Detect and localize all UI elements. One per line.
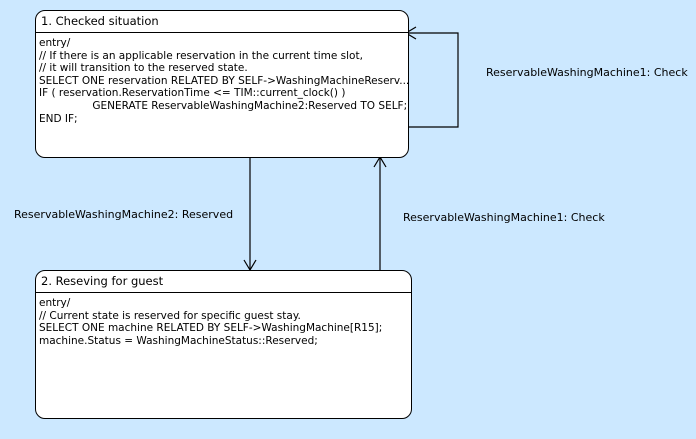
self-transition-line[interactable]	[406, 32, 459, 128]
code-line: // it will transition to the reserved st…	[39, 62, 248, 75]
code-line: SELECT ONE reservation RELATED BY SELF->…	[39, 74, 409, 87]
state-title: 1. Checked situation	[36, 11, 408, 33]
state-title: 2. Reseving for guest	[36, 271, 411, 293]
code-line: END IF;	[39, 112, 78, 125]
self-transition-label[interactable]: ReservableWashingMachine1: Check	[486, 66, 688, 79]
state-entry-action: entry/ // Current state is reserved for …	[36, 293, 411, 347]
code-line: IF ( reservation.ReservationTime <= TIM:…	[39, 87, 346, 100]
reserved-transition-label[interactable]: ReservableWashingMachine2: Reserved	[14, 208, 233, 221]
code-line: // If there is an applicable reservation…	[39, 49, 363, 62]
state-reserving-for-guest[interactable]: 2. Reseving for guest entry/ // Current …	[35, 270, 412, 419]
code-line: entry/	[39, 297, 71, 309]
state-entry-action: entry/ // If there is an applicable rese…	[36, 33, 408, 125]
code-line: // Current state is reserved for specifi…	[39, 309, 301, 322]
code-line: machine.Status = WashingMachineStatus::R…	[39, 334, 318, 347]
state-checked-situation[interactable]: 1. Checked situation entry/ // If there …	[35, 10, 409, 158]
code-line: SELECT ONE machine RELATED BY SELF->Wash…	[39, 322, 383, 335]
check-transition-label[interactable]: ReservableWashingMachine1: Check	[403, 211, 605, 224]
code-line: GENERATE ReservableWashingMachine2:Reser…	[39, 99, 408, 112]
code-line: entry/	[39, 37, 71, 49]
